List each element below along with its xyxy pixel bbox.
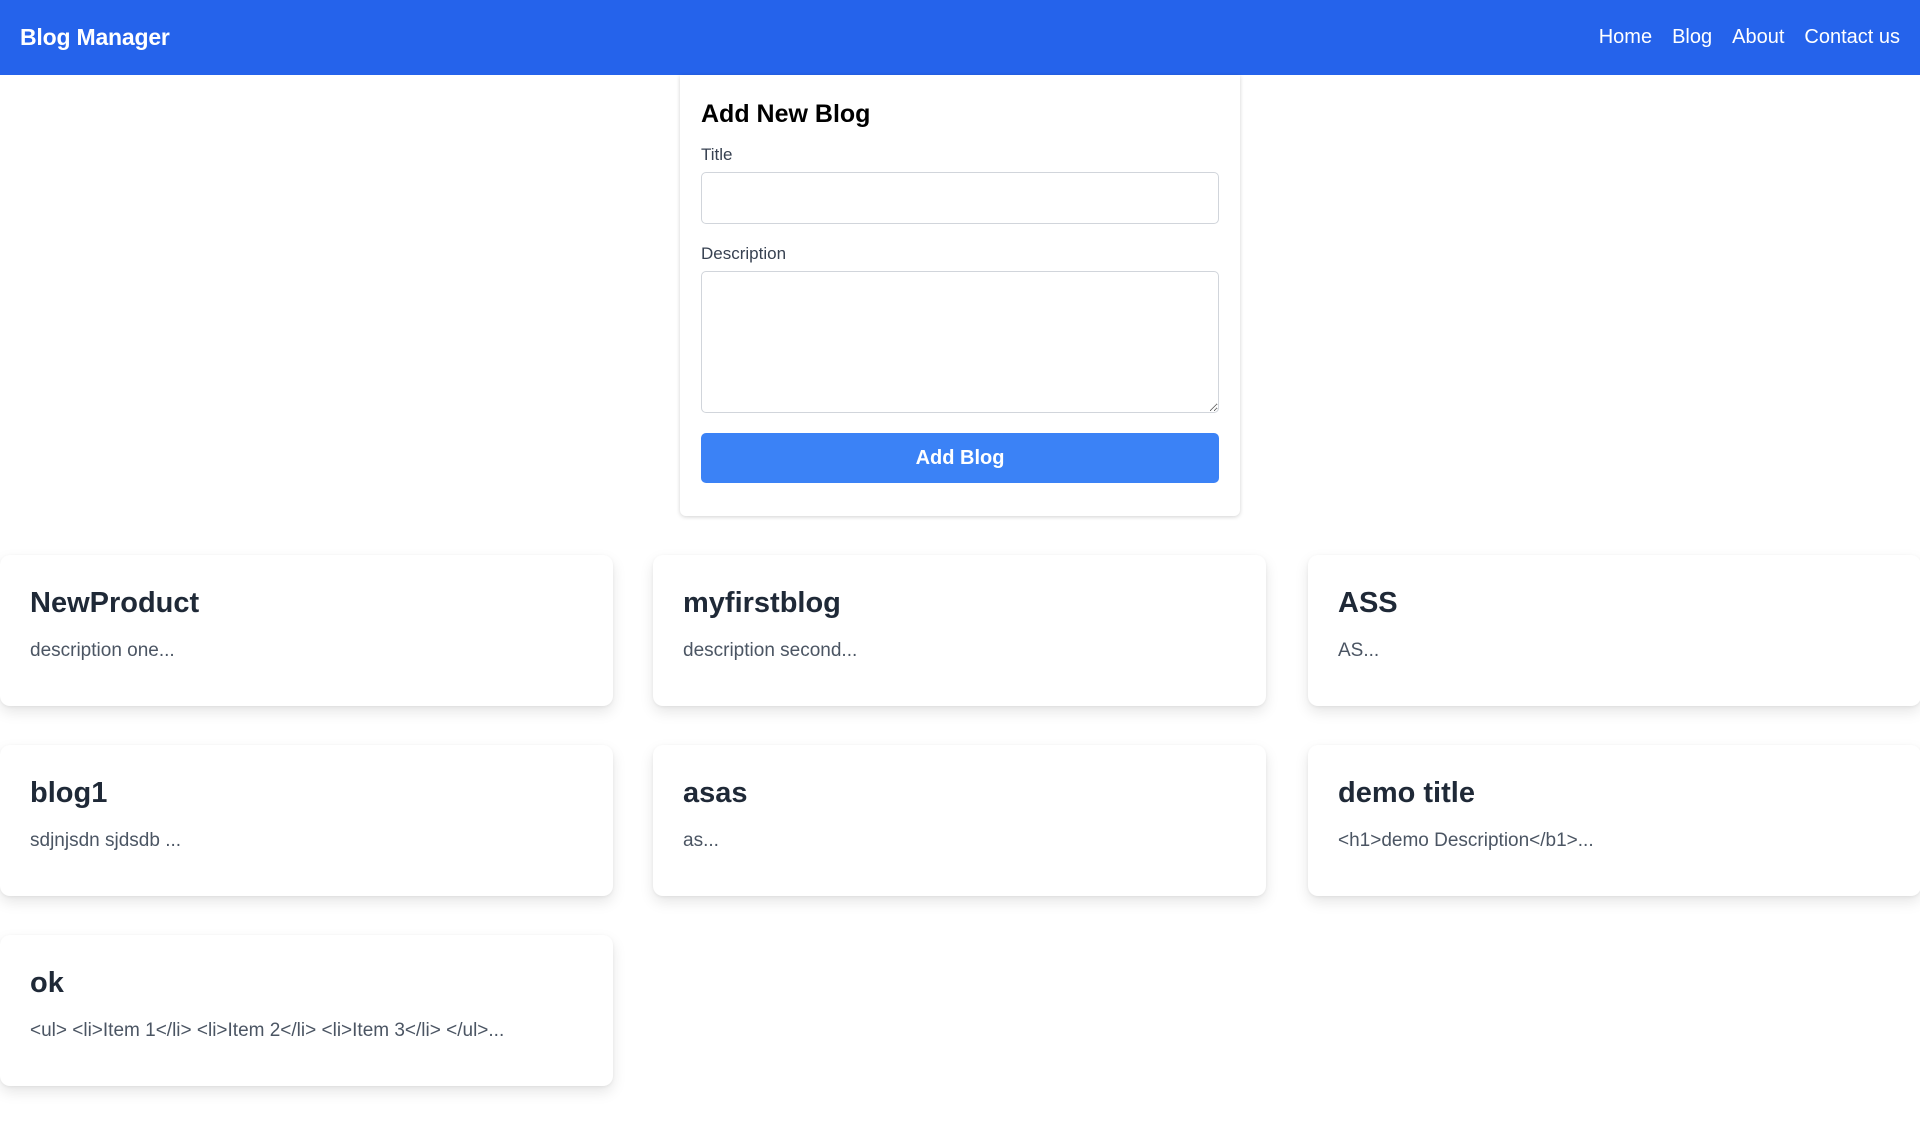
blog-card-description: sdjnjsdn sjdsdb ... <box>30 830 182 851</box>
blog-card-description: as... <box>683 830 719 851</box>
blog-card-description: description second... <box>683 640 858 661</box>
navbar: Blog Manager Home Blog About Contact us <box>0 0 1920 75</box>
description-textarea[interactable] <box>701 271 1219 413</box>
blog-card[interactable]: blog1 sdjnjsdn sjdsdb ... <box>0 745 613 896</box>
description-field-group: Description <box>701 244 1220 413</box>
blog-card-title: demo title <box>1338 777 1475 809</box>
blog-card[interactable]: ok <ul> <li>Item 1</li> <li>Item 2</li> … <box>0 935 613 1086</box>
nav-links: Home Blog About Contact us <box>1599 26 1900 49</box>
nav-link-about[interactable]: About <box>1732 26 1784 49</box>
blog-card-description: AS... <box>1338 640 1380 661</box>
form-heading: Add New Blog <box>701 100 871 128</box>
blog-card-description: <h1>demo Description</b1>... <box>1338 830 1594 851</box>
description-label: Description <box>701 244 787 263</box>
title-label: Title <box>701 145 733 164</box>
blog-card-title: blog1 <box>30 777 108 809</box>
blog-card-title: asas <box>683 777 748 809</box>
title-field-group: Title <box>701 145 1220 224</box>
nav-link-blog[interactable]: Blog <box>1672 26 1712 49</box>
blog-card-title: NewProduct <box>30 587 200 619</box>
blog-card[interactable]: myfirstblog description second... <box>653 555 1266 706</box>
blog-card[interactable]: demo title <h1>demo Description</b1>... <box>1308 745 1920 896</box>
blog-card-title: ASS <box>1338 587 1398 619</box>
blog-card-description: <ul> <li>Item 1</li> <li>Item 2</li> <li… <box>30 1020 505 1041</box>
brand-logo[interactable]: Blog Manager <box>20 24 170 51</box>
blog-card-title: myfirstblog <box>683 587 841 619</box>
blog-card[interactable]: ASS AS... <box>1308 555 1920 706</box>
blog-card[interactable]: asas as... <box>653 745 1266 896</box>
blog-card-title: ok <box>30 967 64 999</box>
blog-card[interactable]: NewProduct description one... <box>0 555 613 706</box>
add-blog-button[interactable]: Add Blog <box>701 433 1219 483</box>
title-input[interactable] <box>701 172 1219 224</box>
nav-link-contact[interactable]: Contact us <box>1804 26 1900 49</box>
add-blog-form: Add New Blog Title Description Add Blog <box>680 75 1240 516</box>
nav-link-home[interactable]: Home <box>1599 26 1652 49</box>
blog-card-description: description one... <box>30 640 175 661</box>
